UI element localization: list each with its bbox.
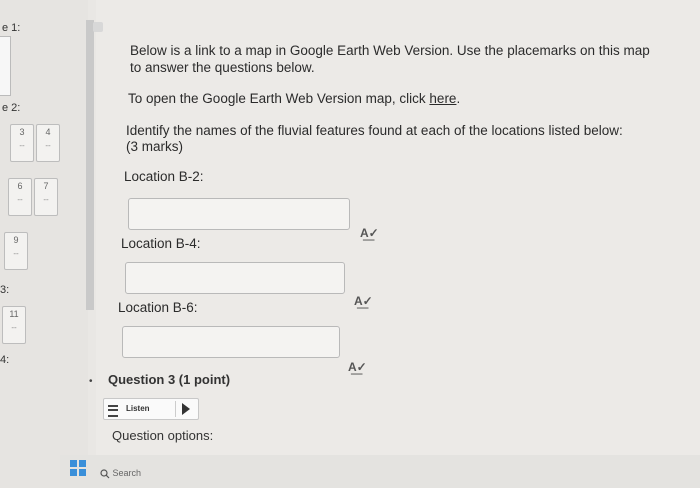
windows-start-icon[interactable] xyxy=(70,460,86,476)
taskbar-search[interactable]: Search xyxy=(100,468,141,479)
section-label: e 2: xyxy=(2,102,21,114)
question-number: 11 xyxy=(9,309,19,319)
question-nav-9[interactable]: 9 -- xyxy=(4,232,28,270)
spellcheck-icon[interactable]: A͟✓ xyxy=(360,226,379,240)
open-map-suffix: . xyxy=(456,91,461,106)
question-nav-11[interactable]: 11 -- xyxy=(2,306,26,344)
divider xyxy=(175,401,176,417)
search-label: Search xyxy=(112,468,142,478)
question-intro: Below is a link to a map in Google Earth… xyxy=(130,43,650,75)
spellcheck-icon[interactable]: A͟✓ xyxy=(354,294,373,308)
question-number: 7 xyxy=(43,181,49,191)
question-number: 9 xyxy=(13,235,19,245)
map-link[interactable]: here xyxy=(429,91,456,106)
question3-title: Question 3 (1 point) xyxy=(108,372,231,387)
scroll-up-button[interactable] xyxy=(93,22,103,32)
section-panel xyxy=(0,36,11,96)
question-nav-4[interactable]: 4 -- xyxy=(36,124,60,162)
question-status: -- xyxy=(17,195,23,204)
question-sidebar: e 1: e 2: 3 -- 4 -- 6 -- 7 -- 9 -- 3: 11… xyxy=(0,0,88,488)
question-options-label: Question options: xyxy=(112,428,214,443)
section-label: e 1: xyxy=(2,22,21,34)
listen-label: Listen xyxy=(126,404,150,413)
field-label-b6: Location B-6: xyxy=(118,300,198,315)
question-status: -- xyxy=(43,195,49,204)
open-map-text: To open the Google Earth Web Version map… xyxy=(128,90,648,107)
field-label-b4: Location B-4: xyxy=(121,236,201,251)
section-label: 3: xyxy=(0,284,10,296)
question-status: -- xyxy=(19,141,25,150)
question-nav-3[interactable]: 3 -- xyxy=(10,124,34,162)
menu-icon[interactable] xyxy=(108,405,118,417)
question-marks: (3 marks) xyxy=(126,139,183,154)
listen-button[interactable]: Listen xyxy=(103,398,199,420)
answer-input-b4[interactable] xyxy=(125,262,345,294)
question-nav-6[interactable]: 6 -- xyxy=(8,178,32,216)
taskbar xyxy=(60,455,700,488)
question-number: 4 xyxy=(45,127,51,137)
question-number: 6 xyxy=(17,181,23,191)
section-label: 4: xyxy=(0,354,10,366)
bullet-icon: • xyxy=(89,376,93,387)
field-label-b2: Location B-2: xyxy=(124,169,204,184)
scrollbar[interactable] xyxy=(86,20,94,310)
question-status: -- xyxy=(13,249,19,258)
search-icon xyxy=(100,469,110,479)
open-map-prefix: To open the Google Earth Web Version map… xyxy=(128,91,430,106)
answer-input-b6[interactable] xyxy=(122,326,340,358)
spellcheck-icon[interactable]: A͟✓ xyxy=(348,360,367,374)
question-status: -- xyxy=(45,141,51,150)
question-instruction: Identify the names of the fluvial featur… xyxy=(126,123,623,138)
answer-input-b2[interactable] xyxy=(128,198,350,230)
question-status: -- xyxy=(11,323,17,332)
question-number: 3 xyxy=(19,127,25,137)
play-icon[interactable] xyxy=(182,403,190,415)
question-nav-7[interactable]: 7 -- xyxy=(34,178,58,216)
